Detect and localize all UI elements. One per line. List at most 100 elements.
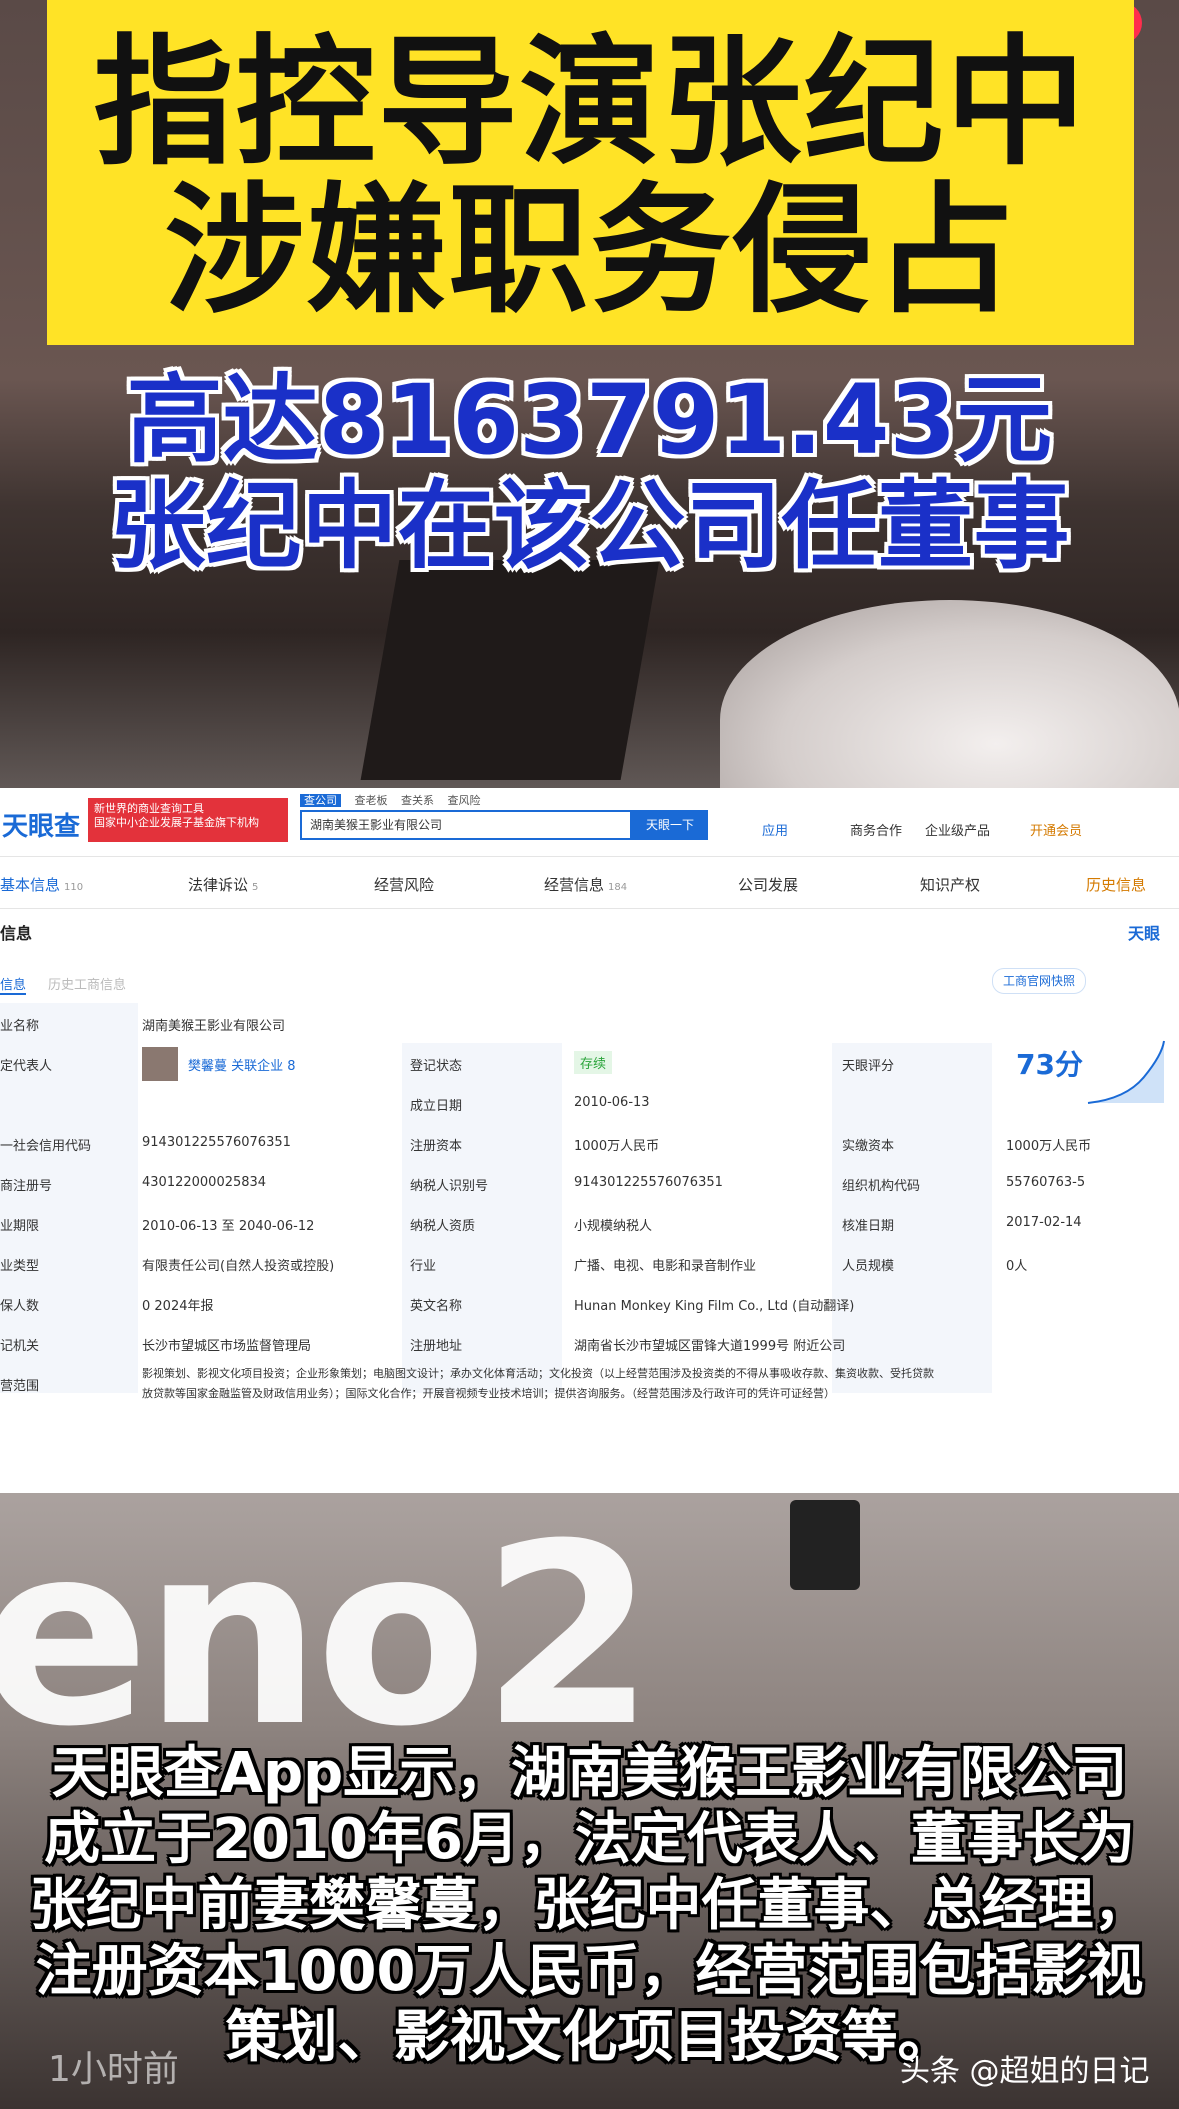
tab-count: 184 [608,882,628,893]
caption-line-3: 张纪中前妻樊馨蔓，张纪中任董事、总经理， [29,1873,1150,1938]
source-watermark: 头条 @超姐的日记 [900,2054,1150,2089]
tab-risk[interactable]: 经营风险 [374,874,434,895]
table-label: 注册资本 [410,1139,463,1154]
business-link[interactable]: 商务合作 [850,820,902,839]
table-value: 0 2024年报 [142,1299,214,1314]
tab-basic-info[interactable]: 基本信息 110 [0,874,83,895]
table-label: 营范围 [0,1379,40,1394]
tab-label: 经营风险 [374,876,435,894]
snapshot-button[interactable]: 工商官网快照 [992,968,1087,994]
vip-link[interactable]: 开通会员 [1030,820,1082,839]
search-tab[interactable]: 查公司 [300,794,341,807]
headline-line-1: 指控导演张纪中 [93,22,1088,185]
table-label: 业类型 [0,1259,40,1274]
table-value: 55760763-5 [1006,1175,1086,1190]
tab-development[interactable]: 公司发展 [738,874,798,895]
table-label: 一社会信用代码 [0,1139,92,1154]
table-value: 广播、电视、电影和录音制作业 [574,1259,757,1274]
table-value: 1000万人民币 [574,1139,660,1154]
table-value: 914301225576076351 [574,1175,723,1190]
tab-label: 知识产权 [920,876,981,894]
table-value: Hunan Monkey King Film Co., Ltd (自动翻译) [574,1299,855,1314]
tab-business[interactable]: 经营信息 184 [544,874,627,895]
table-row: 营范围 影视策划、影视文化项目投资；企业形象策划；电脑图文设计；承办文化体育活动… [0,1363,1179,1413]
info-tabbar: 基本信息 110 法律诉讼 5 经营风险 经营信息 184 公司发展 知识产权 历史信… [0,856,1179,909]
tab-litigation[interactable]: 法律诉讼 5 [188,874,258,895]
table-row: 成立日期 2010-06-13 [0,1083,1179,1123]
tab-label: 法律诉讼 [188,876,249,894]
table-label: 英文名称 [410,1299,463,1314]
search-tab[interactable]: 查关系 [401,794,434,807]
tab-history[interactable]: 历史信息 [1086,874,1146,895]
table-value: 小规模纳税人 [574,1219,653,1234]
search-button[interactable]: 天眼一下 [632,810,708,840]
subtitle-line-2: 张纪中在该公司任董事 [109,470,1070,582]
backdrop-logo-text: eno2 [0,1490,655,1781]
table-row: 记机关 长沙市望城区市场监督管理局 注册地址 湖南省长沙市望城区雷锋大道1999… [0,1323,1179,1363]
subtab-history[interactable]: 历史工商信息 [48,974,126,993]
table-label: 记机关 [0,1339,40,1354]
table-label: 人员规模 [842,1259,895,1274]
table-label: 业期限 [0,1219,40,1234]
search-tab[interactable]: 查老板 [355,794,388,807]
headline-banner: 指控导演张纪中 涉嫌职务侵占 [47,0,1134,345]
table-value: 2010-06-13 至 2040-06-12 [142,1219,315,1234]
enterprise-products-menu[interactable]: 企业级产品 [925,820,990,839]
table-label: 行业 [410,1259,437,1274]
table-value: 2010-06-13 [574,1095,650,1110]
legal-rep-link[interactable]: 樊馨蔓 关联企业 8 [188,1055,296,1074]
table-label: 注册地址 [410,1339,463,1354]
apps-menu[interactable]: 应用 [762,820,788,839]
subtitle-line-1: 高达8163791.43元 [126,364,1053,476]
avatar [142,1047,178,1081]
subtab-info[interactable]: 信息 [0,974,27,995]
tianyancha-logo: 天眼查 [2,812,81,842]
table-label: 业名称 [0,1019,40,1034]
table-row: 业期限 2010-06-13 至 2040-06-12 纳税人资质 小规模纳税人… [0,1203,1179,1243]
scope-text: 放贷款等国家金融监管及财政信用业务）；国际文化合作；开展音视频专业技术培训；提供… [142,1387,835,1400]
table-label: 天眼评分 [842,1059,895,1074]
promo-line-1: 新世界的商业查询工具 [94,802,204,815]
scope-text: 影视策划、影视文化项目投资；企业形象策划；电脑图文设计；承办文化体育活动；文化投… [142,1367,934,1380]
table-row: 保人数 0 2024年报 英文名称 Hunan Monkey King Film… [0,1283,1179,1323]
table-label: 组织机构代码 [842,1179,921,1194]
headline-line-2: 涉嫌职务侵占 [164,170,1017,333]
table-row: 业名称 湖南美猴王影业有限公司 [0,1003,1179,1043]
tab-label: 公司发展 [738,876,799,894]
table-label: 核准日期 [842,1219,895,1234]
company-info-screenshot: 天眼查 新世界的商业查询工具 国家中小企业发展子基金旗下机构 查公司 查老板 查… [0,788,1179,1493]
search-type-tabs: 查公司 查老板 查关系 查风险 [300,792,481,808]
table-label: 纳税人识别号 [410,1179,489,1194]
table-value: 2017-02-14 [1006,1215,1082,1230]
table-label: 成立日期 [410,1099,463,1114]
tab-label: 经营信息 [544,876,605,894]
promo-line-2: 国家中小企业发展子基金旗下机构 [94,816,259,829]
caption-line-1: 天眼查App显示，湖南美猴王影业有限公司 [51,1741,1128,1806]
table-value: 湖南省长沙市望城区雷锋大道1999号 附近公司 [574,1339,846,1354]
table-label: 登记状态 [410,1059,463,1074]
caption-line-2: 成立于2010年6月，法定代表人、董事长为 [44,1807,1135,1872]
table-row: 业类型 有限责任公司(自然人投资或控股) 行业 广播、电视、电影和录音制作业 人… [0,1243,1179,1283]
table-row: 一社会信用代码 914301225576076351 注册资本 1000万人民币… [0,1123,1179,1163]
section-title: 信息 [0,924,33,943]
table-label: 保人数 [0,1299,40,1314]
status-badge: 存续 [574,1051,613,1074]
table-label: 实缴资本 [842,1139,895,1154]
table-value: 有限责任公司(自然人投资或控股) [142,1259,335,1274]
table-value: 914301225576076351 [142,1135,291,1150]
post-time: 1小时前 [48,2049,179,2090]
score-value: 73分 [1016,1048,1083,1081]
search-tab[interactable]: 查风险 [448,794,481,807]
table-value: 湖南美猴王影业有限公司 [142,1019,286,1034]
screenshot-header: 天眼查 新世界的商业查询工具 国家中小企业发展子基金旗下机构 查公司 查老板 查… [0,788,1179,857]
table-label: 纳税人资质 [410,1219,476,1234]
table-row: 商注册号 430122000025834 纳税人识别号 914301225576… [0,1163,1179,1203]
tab-count: 5 [252,882,259,893]
table-value: 430122000025834 [142,1175,267,1190]
tab-label: 基本信息 [0,876,61,894]
caption-line-4: 注册资本1000万人民币，经营范围包括影视 [35,1939,1144,2004]
tab-label: 历史信息 [1086,876,1147,894]
company-search-input[interactable]: 湖南美猴王影业有限公司 [300,810,632,840]
brand-right: 天眼 [1128,924,1161,943]
tab-ip[interactable]: 知识产权 [920,874,980,895]
